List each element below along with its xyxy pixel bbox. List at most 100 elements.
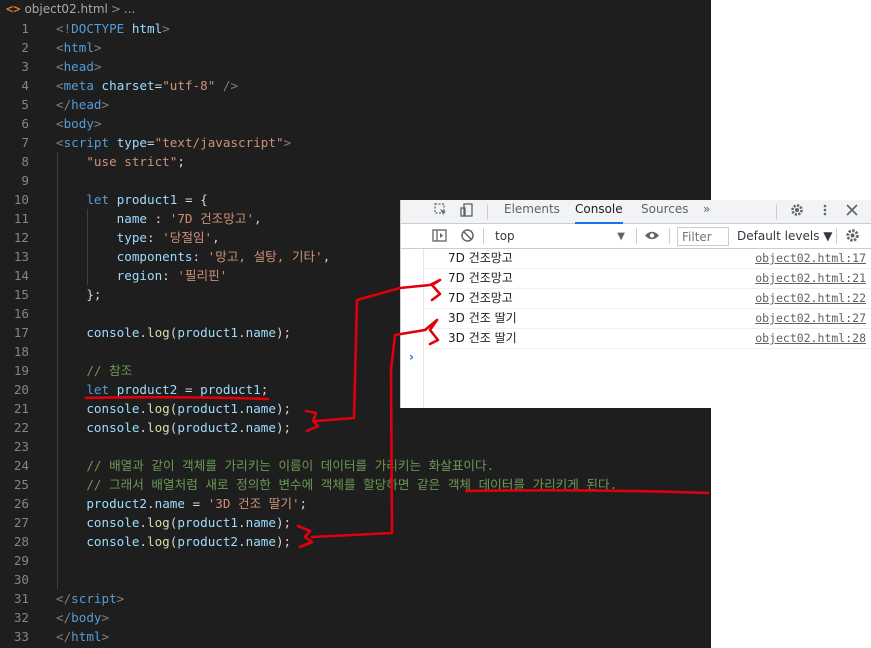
code-line[interactable]: 30	[0, 570, 711, 589]
code-token: );	[275, 515, 292, 530]
code-line[interactable]: 2 <html>	[0, 38, 711, 57]
line-number: 32	[13, 610, 29, 625]
code-line[interactable]: 5 </head>	[0, 95, 711, 114]
code-token: </	[56, 591, 72, 606]
code-line[interactable]: 7 <script type="text/javascript">	[0, 133, 711, 152]
console-message-text: 3D 건조 딸기	[448, 331, 517, 345]
indent-guide	[57, 551, 58, 570]
line-number: 3	[21, 59, 29, 74]
code-token: .	[238, 534, 246, 549]
code-token: >	[283, 135, 292, 150]
filter-input[interactable]	[677, 227, 729, 246]
code-line[interactable]: 33 </html>	[0, 627, 711, 646]
console-message: 7D 건조망고 object02.html:21	[424, 269, 871, 289]
code-token: name	[245, 515, 276, 530]
code-token: );	[275, 534, 292, 549]
code-line[interactable]: 1 <!DOCTYPE html>	[0, 19, 711, 38]
line-number: 19	[13, 363, 29, 378]
code-text: <meta charset="utf-8" />	[56, 76, 238, 95]
code-token: );	[275, 420, 292, 435]
code-token: '망고, 설탕, 기타'	[207, 249, 323, 264]
default-levels-dropdown[interactable]: Default levels ▼	[737, 227, 833, 246]
code-token: =	[184, 496, 208, 511]
code-line[interactable]: 31 </script>	[0, 589, 711, 608]
tab-sources[interactable]: Sources	[641, 200, 688, 224]
code-token: "utf-8"	[162, 78, 216, 93]
more-icon[interactable]	[816, 203, 834, 221]
line-number: 27	[13, 515, 29, 530]
code-line[interactable]: 32 </body>	[0, 608, 711, 627]
inspect-icon[interactable]	[432, 203, 450, 221]
code-token: </	[56, 610, 72, 625]
context-selector[interactable]: top ▼	[489, 227, 629, 246]
gear-icon[interactable]	[844, 228, 861, 245]
code-line[interactable]: 28 console.log(product2.name);	[0, 532, 711, 551]
line-number: 9	[21, 173, 29, 188]
console-toolbar: top ▼ Default levels ▼	[401, 224, 871, 249]
code-line[interactable]: 23	[0, 437, 711, 456]
code-token: >	[93, 59, 102, 74]
code-line[interactable]: 27 console.log(product1.name);	[0, 513, 711, 532]
console-source-link[interactable]: object02.html:27	[755, 309, 866, 328]
code-text: // 배열과 같이 객체를 가리키는 이름이 데이터를 가리키는 화살표이다.	[56, 456, 494, 475]
console-message: 7D 건조망고 object02.html:17	[424, 249, 871, 269]
console-source-link[interactable]: object02.html:22	[755, 289, 866, 308]
console-prompt[interactable]: ›	[409, 350, 414, 364]
eye-icon[interactable]	[643, 228, 660, 245]
more-tabs-button[interactable]: »	[703, 200, 710, 224]
code-line[interactable]: 29	[0, 551, 711, 570]
code-token: html	[71, 629, 102, 644]
breadcrumb-file[interactable]: object02.html	[24, 2, 107, 16]
code-line[interactable]: 6 <body>	[0, 114, 711, 133]
code-token: script	[71, 591, 117, 606]
code-token: head	[71, 97, 102, 112]
code-line[interactable]: 26 product2.name = '3D 건조 딸기';	[0, 494, 711, 513]
sidebar-icon[interactable]	[431, 228, 448, 245]
code-token: name	[116, 211, 148, 226]
device-icon[interactable]	[458, 203, 476, 221]
line-number: 7	[21, 135, 29, 150]
console-source-link[interactable]: object02.html:21	[755, 269, 866, 288]
console-source-link[interactable]: object02.html:17	[755, 249, 866, 268]
code-line[interactable]: 9	[0, 171, 711, 190]
code-token: console	[86, 515, 140, 530]
settings-icon[interactable]	[788, 203, 806, 221]
console-message-text: 3D 건조 딸기	[448, 311, 517, 325]
line-number: 20	[13, 382, 29, 397]
line-number: 5	[21, 97, 29, 112]
code-line[interactable]: 25 // 그래서 배열처럼 새로 정의한 변수에 객체를 할당하면 같은 객체…	[0, 475, 711, 494]
clear-icon[interactable]	[459, 228, 476, 245]
code-token: type	[116, 135, 148, 150]
code-text: "use strict";	[56, 152, 185, 171]
indent-guide	[57, 304, 58, 323]
console-source-link[interactable]: object02.html:28	[755, 329, 866, 348]
line-number: 18	[13, 344, 29, 359]
code-line[interactable]: 8 "use strict";	[0, 152, 711, 171]
code-text: </html>	[56, 627, 109, 646]
line-number: 26	[13, 496, 29, 511]
code-text: <!DOCTYPE html>	[56, 19, 170, 38]
code-line[interactable]: 24 // 배열과 같이 객체를 가리키는 이름이 데이터를 가리키는 화살표이…	[0, 456, 711, 475]
code-token: =	[177, 382, 201, 397]
breadcrumb-more[interactable]: ...	[124, 2, 135, 16]
close-icon[interactable]	[843, 203, 861, 221]
code-token: log	[147, 420, 170, 435]
code-text: let product2 = product1;	[56, 380, 268, 399]
code-line[interactable]: 3 <head>	[0, 57, 711, 76]
code-token: // 참조	[86, 363, 133, 378]
code-token: "use strict"	[86, 154, 178, 169]
tab-elements[interactable]: Elements	[504, 200, 560, 224]
code-token: components	[116, 249, 193, 264]
code-token: charset	[101, 78, 155, 93]
line-number: 15	[13, 287, 29, 302]
tab-console[interactable]: Console	[575, 200, 623, 224]
code-line[interactable]: 22 console.log(product2.name);	[0, 418, 711, 437]
code-line[interactable]: 4 <meta charset="utf-8" />	[0, 76, 711, 95]
